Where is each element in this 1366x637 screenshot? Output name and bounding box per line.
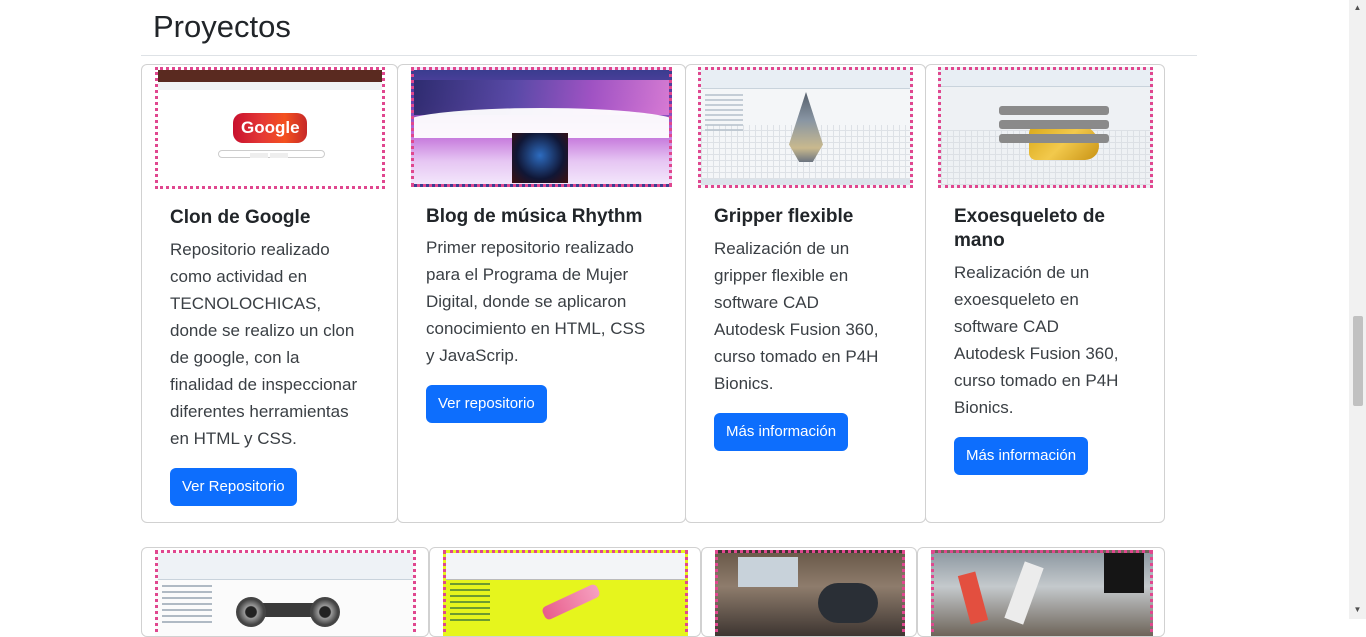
project-card-row2-3 (701, 547, 917, 637)
google-logo: Google (241, 118, 300, 137)
project-card-rhythm-blog: Blog de música Rhythm Primer repositorio… (397, 64, 686, 523)
more-info-button[interactable]: Más información (954, 437, 1089, 475)
project-card-google-clone: Google Clon de Google Repositorio realiz… (141, 64, 398, 523)
project-thumbnail (931, 550, 1153, 636)
project-card-hand-exoskeleton: Exoesqueleto de mano Realización de un e… (925, 64, 1165, 523)
scroll-down-icon[interactable]: ▼ (1349, 603, 1366, 617)
view-repository-button[interactable]: Ver repositorio (426, 385, 547, 423)
project-thumbnail (698, 67, 913, 188)
card-description: Realización de un gripper flexible en so… (714, 239, 879, 393)
project-thumbnail (715, 550, 905, 636)
card-title: Gripper flexible (714, 206, 854, 227)
project-card-row2-4 (917, 547, 1165, 637)
section-divider (141, 55, 1197, 56)
card-description: Primer repositorio realizado para el Pro… (426, 238, 646, 365)
page-title: Proyectos (153, 9, 291, 44)
card-title: Clon de Google (170, 207, 311, 228)
project-card-row2-2 (429, 547, 701, 637)
project-thumbnail: Google (155, 67, 385, 189)
project-thumbnail (411, 67, 672, 187)
view-repository-button[interactable]: Ver Repositorio (170, 468, 297, 506)
project-card-row2-1 (141, 547, 429, 637)
card-description: Repositorio realizado como actividad en … (170, 240, 358, 448)
project-thumbnail (938, 67, 1153, 188)
project-thumbnail (155, 550, 416, 636)
card-title: Exoesqueleto de mano (954, 206, 1105, 251)
card-title: Blog de música Rhythm (426, 206, 643, 227)
scrollbar-thumb[interactable] (1353, 316, 1363, 406)
project-thumbnail (443, 550, 688, 636)
card-description: Realización de un exoesqueleto en softwa… (954, 263, 1119, 417)
project-card-flexible-gripper: Gripper flexible Realización de un gripp… (685, 64, 926, 523)
more-info-button[interactable]: Más información (714, 413, 849, 451)
page-scrollbar[interactable]: ▲ ▼ (1349, 0, 1366, 619)
scroll-up-icon[interactable]: ▲ (1349, 1, 1366, 15)
